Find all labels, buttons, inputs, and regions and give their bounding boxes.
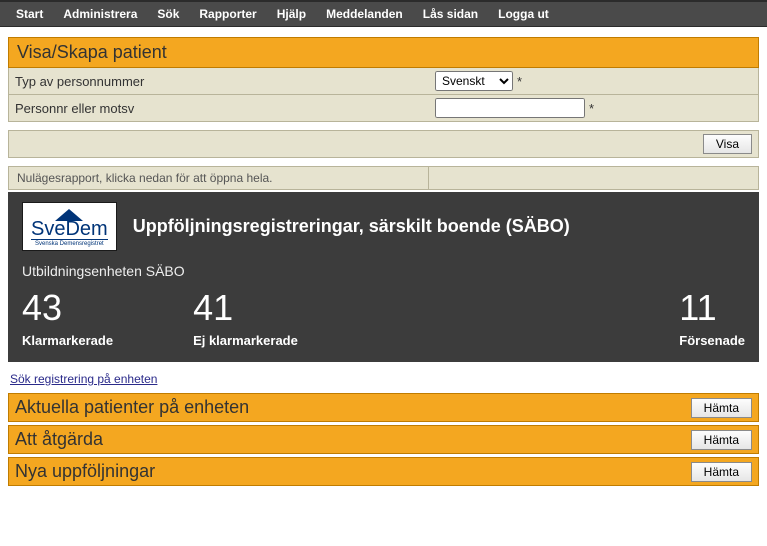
typ-required: *	[517, 74, 522, 89]
action-nyupp-title: Nya uppföljningar	[15, 461, 691, 482]
stat-ej-klarmarkerade: 41 Ej klarmarkerade	[193, 287, 298, 348]
report-hint-row: Nulägesrapport, klicka nedan för att öpp…	[8, 166, 759, 190]
hamta-nyupp-button[interactable]: Hämta	[691, 462, 752, 482]
menu-start[interactable]: Start	[6, 5, 53, 23]
stat-forsenade: 11 Försenade	[679, 287, 745, 348]
action-atgarda: Att åtgärda Hämta	[8, 425, 759, 454]
stat-klar-value: 43	[22, 287, 113, 329]
stat-fors-value: 11	[679, 287, 745, 329]
status-panel: SveDem Svenska Demensregistret Uppföljni…	[8, 192, 759, 362]
report-hint-text: Nulägesrapport, klicka nedan för att öpp…	[9, 167, 429, 189]
personnr-required: *	[589, 101, 594, 116]
stat-ej-value: 41	[193, 287, 298, 329]
patient-header: Visa/Skapa patient	[8, 37, 759, 68]
action-nyupp: Nya uppföljningar Hämta	[8, 457, 759, 486]
logo-subtext: Svenska Demensregistret	[31, 239, 108, 247]
main-menubar: Start Administrera Sök Rapporter Hjälp M…	[0, 0, 767, 27]
menu-administrera[interactable]: Administrera	[53, 5, 147, 23]
action-atgarda-title: Att åtgärda	[15, 429, 691, 450]
hamta-atgarda-button[interactable]: Hämta	[691, 430, 752, 450]
panel-title: Uppföljningsregistreringar, särskilt boe…	[133, 216, 570, 237]
stat-ej-label: Ej klarmarkerade	[193, 333, 298, 348]
menu-sok[interactable]: Sök	[147, 5, 189, 23]
panel-unit: Utbildningsenheten SÄBO	[22, 263, 745, 279]
menu-las-sidan[interactable]: Lås sidan	[413, 5, 488, 23]
row-personnr: Personnr eller motsv *	[8, 95, 759, 122]
report-hint-spacer	[429, 167, 758, 189]
typ-select[interactable]: Svenskt	[435, 71, 513, 91]
hamta-aktuella-button[interactable]: Hämta	[691, 398, 752, 418]
menu-meddelanden[interactable]: Meddelanden	[316, 5, 413, 23]
logo-text: SveDem	[31, 219, 108, 239]
visa-button[interactable]: Visa	[703, 134, 752, 154]
menu-logga-ut[interactable]: Logga ut	[488, 5, 559, 23]
typ-label: Typ av personnummer	[15, 74, 435, 89]
row-typ-personnummer: Typ av personnummer Svenskt *	[8, 68, 759, 95]
search-registration-link[interactable]: Sök registrering på enheten	[10, 372, 157, 386]
menu-rapporter[interactable]: Rapporter	[189, 5, 266, 23]
stat-fors-label: Försenade	[679, 333, 745, 348]
stat-klarmarkerade: 43 Klarmarkerade	[22, 287, 113, 348]
action-aktuella-title: Aktuella patienter på enheten	[15, 397, 691, 418]
action-aktuella: Aktuella patienter på enheten Hämta	[8, 393, 759, 422]
menu-hjalp[interactable]: Hjälp	[267, 5, 316, 23]
visa-button-row: Visa	[8, 130, 759, 158]
stat-klar-label: Klarmarkerade	[22, 333, 113, 348]
personnr-input[interactable]	[435, 98, 585, 118]
svedem-logo: SveDem Svenska Demensregistret	[22, 202, 117, 251]
personnr-label: Personnr eller motsv	[15, 101, 435, 116]
stats-row: 43 Klarmarkerade 41 Ej klarmarkerade 11 …	[22, 287, 745, 348]
